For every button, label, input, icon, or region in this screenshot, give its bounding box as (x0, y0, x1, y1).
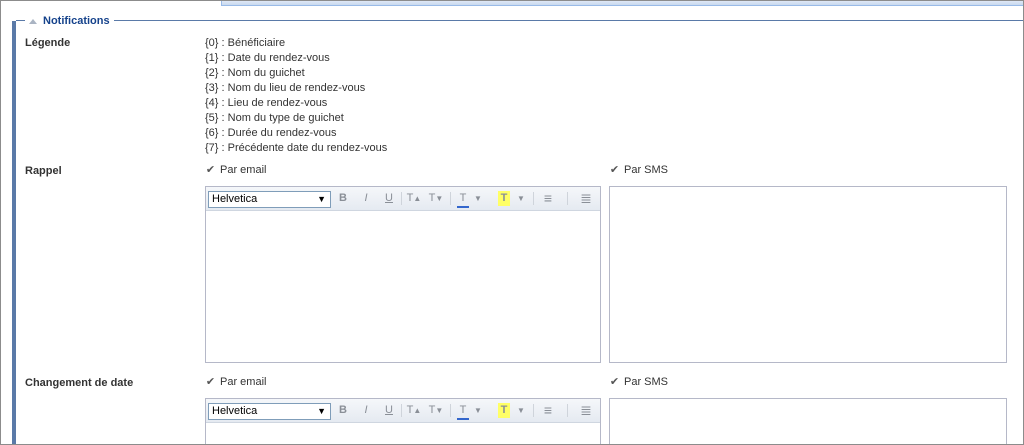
rappel-sms-checkbox[interactable]: ✔ Par SMS (609, 164, 668, 176)
changement-email-checkbox[interactable]: ✔ Par email (205, 376, 267, 388)
legend-label: Légende (25, 37, 71, 49)
legend-item: {7} : Précédente date du rendez-vous (205, 142, 388, 154)
shrink-font-mark: ▼ (435, 194, 444, 203)
rappel-sms-label: Par SMS (624, 164, 669, 176)
highlight-color-button[interactable]: T (498, 191, 510, 206)
bullet-list-icon[interactable]: ≣ (579, 403, 593, 418)
toolbar-separator (401, 192, 402, 205)
shrink-font-mark: ▼ (435, 406, 444, 415)
changement-sms-checkbox[interactable]: ✔ Par SMS (609, 376, 668, 388)
align-left-icon[interactable]: ≡ (541, 403, 555, 418)
changement-email-body[interactable] (206, 423, 600, 444)
active-tab[interactable] (1, 1, 222, 6)
grow-font-button[interactable]: T▲ (406, 403, 422, 418)
toolbar-separator (567, 404, 568, 417)
rappel-email-body[interactable] (206, 211, 600, 361)
checkbox-checked-icon[interactable]: ✔ (609, 376, 620, 388)
rappel-email-label: Par email (220, 164, 267, 176)
changement-email-editor: Helvetica ▼ B I U T▲ T▼ T ▼ T ▼ ≡ ≣ (205, 398, 601, 444)
legend-item: {6} : Durée du rendez-vous (205, 127, 337, 139)
legend-item: {2} : Nom du guichet (205, 67, 305, 79)
chevron-down-icon: ▼ (317, 406, 326, 416)
changement-sms-label: Par SMS (624, 376, 669, 388)
toolbar-separator (567, 192, 568, 205)
highlight-dropdown-icon[interactable]: ▼ (517, 403, 525, 418)
fieldset-title: Notifications (43, 15, 110, 27)
font-color-button[interactable]: T (457, 191, 469, 208)
grow-font-button[interactable]: T▲ (406, 191, 422, 206)
bold-button[interactable]: B (337, 191, 349, 206)
chevron-down-icon: ▼ (317, 194, 326, 204)
editor-toolbar: Helvetica ▼ B I U T▲ T▼ T ▼ T ▼ ≡ ≣ (206, 399, 600, 423)
placeholder-legend-list: {0} : Bénéficiaire {1} : Date du rendez-… (205, 36, 387, 156)
italic-button[interactable]: I (360, 191, 372, 206)
checkbox-checked-icon[interactable]: ✔ (205, 164, 216, 176)
changement-sms-textarea[interactable] (609, 398, 1007, 444)
grow-font-mark: ▲ (413, 194, 422, 203)
bullet-list-icon[interactable]: ≣ (579, 191, 593, 206)
rappel-email-checkbox[interactable]: ✔ Par email (205, 164, 267, 176)
checkbox-checked-icon[interactable]: ✔ (205, 376, 216, 388)
changement-email-label: Par email (220, 376, 267, 388)
fieldset-border (16, 20, 1023, 21)
fieldset-legend[interactable]: Notifications (25, 13, 114, 29)
collapse-triangle-icon[interactable] (29, 18, 37, 24)
toolbar-separator (401, 404, 402, 417)
font-color-dropdown-icon[interactable]: ▼ (474, 191, 482, 206)
font-family-select[interactable]: Helvetica ▼ (208, 191, 331, 208)
toolbar-separator (533, 404, 534, 417)
underline-button[interactable]: U (383, 403, 395, 418)
grow-font-mark: ▲ (413, 406, 422, 415)
legend-item: {1} : Date du rendez-vous (205, 52, 330, 64)
font-color-dropdown-icon[interactable]: ▼ (474, 403, 482, 418)
notifications-panel: Notifications Légende {0} : Bénéficiaire… (0, 0, 1024, 445)
rappel-sms-textarea[interactable] (609, 186, 1007, 363)
rappel-email-editor: Helvetica ▼ B I U T▲ T▼ T ▼ T ▼ ≡ ≣ (205, 186, 601, 363)
highlight-color-button[interactable]: T (498, 403, 510, 418)
shrink-font-button[interactable]: T▼ (428, 403, 444, 418)
italic-button[interactable]: I (360, 403, 372, 418)
checkbox-checked-icon[interactable]: ✔ (609, 164, 620, 176)
font-family-value: Helvetica (212, 405, 258, 417)
shrink-font-button[interactable]: T▼ (428, 191, 444, 206)
font-color-button[interactable]: T (457, 403, 469, 420)
rappel-label: Rappel (25, 165, 62, 177)
bold-button[interactable]: B (337, 403, 349, 418)
font-family-value: Helvetica (212, 193, 258, 205)
align-left-icon[interactable]: ≡ (541, 191, 555, 206)
legend-item: {0} : Bénéficiaire (205, 37, 286, 49)
legend-item: {5} : Nom du type de guichet (205, 112, 344, 124)
toolbar-separator (450, 192, 451, 205)
legend-item: {4} : Lieu de rendez-vous (205, 97, 328, 109)
toolbar-separator (450, 404, 451, 417)
highlight-dropdown-icon[interactable]: ▼ (517, 191, 525, 206)
font-family-select[interactable]: Helvetica ▼ (208, 403, 331, 420)
toolbar-separator (533, 192, 534, 205)
underline-button[interactable]: U (383, 191, 395, 206)
editor-toolbar: Helvetica ▼ B I U T▲ T▼ T ▼ T ▼ ≡ ≣ (206, 187, 600, 211)
legend-item: {3} : Nom du lieu de rendez-vous (205, 82, 366, 94)
changement-label: Changement de date (25, 377, 134, 389)
fieldset-accent-bar (12, 21, 16, 444)
